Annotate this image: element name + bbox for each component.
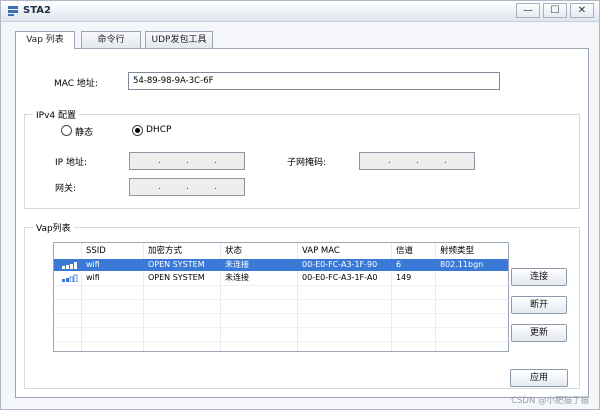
signal-strength-weak-icon	[62, 274, 78, 282]
tab-vap-list[interactable]: Vap 列表	[15, 31, 75, 49]
ip-separator: .	[186, 156, 189, 166]
disconnect-button[interactable]: 断开	[511, 296, 567, 314]
ipv4-legend: IPv4 配置	[33, 108, 79, 121]
vap-list-legend: Vap列表	[33, 221, 74, 234]
tab-command-line[interactable]: 命令行	[81, 31, 141, 48]
minimize-button[interactable]: —	[516, 3, 540, 18]
dhcp-radio[interactable]	[132, 125, 143, 136]
close-button[interactable]: ✕	[570, 3, 594, 18]
apply-button[interactable]: 应用	[510, 369, 568, 387]
ip-separator: .	[214, 182, 217, 192]
mac-label: MAC 地址:	[54, 79, 98, 89]
ip-separator: .	[186, 182, 189, 192]
column-header-status: 状态	[221, 243, 298, 259]
column-header-signal	[54, 243, 82, 259]
vap-row[interactable]: wifi OPEN SYSTEM 未连接 00-E0-FC-A3-1F-90 6…	[54, 259, 508, 271]
dhcp-label: DHCP	[146, 125, 172, 135]
cell-channel: 6	[396, 260, 402, 269]
maximize-button[interactable]: ☐	[543, 3, 567, 18]
cell-radio-type	[436, 272, 508, 284]
subnet-mask-field[interactable]: . . .	[359, 152, 475, 170]
column-header-channel: 信道	[392, 243, 436, 259]
cell-encryption: OPEN SYSTEM	[148, 260, 205, 269]
ip-separator: .	[444, 156, 447, 166]
column-header-radio-type: 射频类型	[440, 246, 475, 256]
grid-line	[54, 299, 508, 300]
static-radio[interactable]	[61, 125, 72, 136]
sta2-window: STA2 — ☐ ✕ Vap 列表 命令行 UDP发包工具 MAC 地址: 54…	[0, 0, 600, 410]
column-header-encryption: 加密方式	[144, 243, 221, 259]
ip-separator: .	[158, 156, 161, 166]
sta-device-icon	[8, 6, 18, 16]
gateway-label: 网关:	[55, 184, 77, 194]
refresh-button[interactable]: 更新	[511, 324, 567, 342]
subnet-mask-label: 子网掩码:	[287, 158, 327, 168]
watermark: CSDN @小肥猫了猫	[511, 396, 589, 406]
cell-radio-type: 802.11bgn	[440, 260, 484, 269]
vap-tab-panel: MAC 地址: 54-89-98-9A-3C-6F IPv4 配置 静态 DHC…	[15, 48, 589, 398]
connect-button[interactable]: 连接	[511, 268, 567, 286]
vap-row[interactable]: wifi OPEN SYSTEM 未连接 00-E0-FC-A3-1F-A0 1…	[54, 272, 508, 284]
vap-table: SSID 加密方式 状态 VAP MAC 信道 射频类型 wifi OPEN S…	[53, 242, 509, 352]
ip-separator: .	[158, 182, 161, 192]
cell-ssid: wifi	[86, 260, 100, 269]
column-header-vap-mac: VAP MAC	[298, 243, 392, 259]
ipv4-config-group: IPv4 配置 静态 DHCP IP 地址: . . . 子网掩码: . . .…	[24, 108, 580, 209]
grid-line	[54, 327, 508, 328]
vap-list-group: Vap列表 SSID 加密方式 状态 VAP MAC 信道 射频类型 wifi …	[24, 221, 580, 389]
cell-ssid: wifi	[86, 273, 100, 282]
ip-separator: .	[214, 156, 217, 166]
signal-strength-strong-icon	[62, 262, 77, 269]
ip-separator: .	[388, 156, 391, 166]
ip-address-label: IP 地址:	[55, 158, 87, 168]
mac-address-field[interactable]: 54-89-98-9A-3C-6F	[128, 72, 500, 90]
grid-line	[54, 285, 508, 286]
cell-vap-mac: 00-E0-FC-A3-1F-A0	[302, 273, 378, 282]
grid-line	[54, 341, 508, 342]
static-label: 静态	[75, 128, 94, 138]
gateway-field[interactable]: . . .	[129, 178, 245, 196]
cell-channel: 149	[396, 273, 412, 282]
tab-udp-tool[interactable]: UDP发包工具	[145, 31, 213, 48]
cell-status: 未连接	[225, 273, 249, 282]
ip-separator: .	[416, 156, 419, 166]
column-header-ssid: SSID	[82, 243, 144, 259]
window-title: STA2	[23, 5, 51, 16]
ip-address-field[interactable]: . . .	[129, 152, 245, 170]
cell-vap-mac: 00-E0-FC-A3-1F-90	[302, 260, 378, 269]
grid-line	[54, 313, 508, 314]
cell-status: 未连接	[225, 260, 249, 269]
radio-selected-dot	[135, 128, 140, 133]
cell-encryption: OPEN SYSTEM	[148, 273, 205, 282]
title-bar[interactable]: STA2 — ☐ ✕	[1, 1, 599, 22]
